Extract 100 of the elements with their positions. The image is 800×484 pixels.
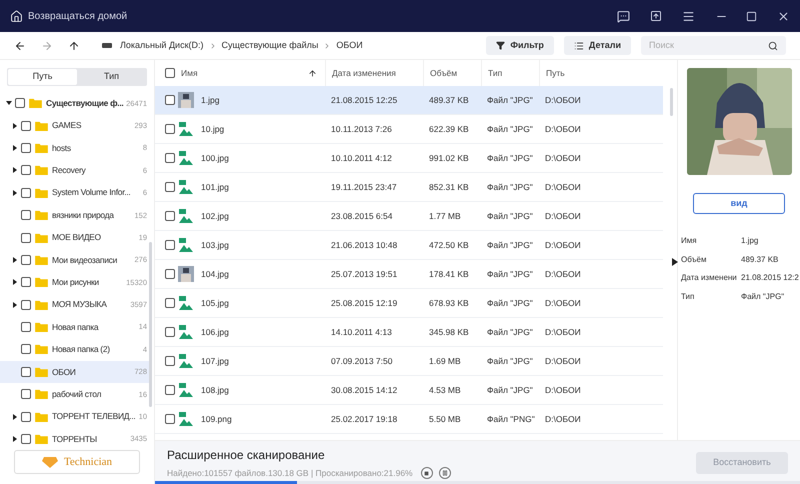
breadcrumb-item[interactable]: ОБОИ — [336, 38, 363, 52]
pause-button[interactable] — [438, 467, 451, 479]
row-checkbox[interactable] — [165, 414, 175, 424]
checkbox[interactable] — [21, 142, 31, 153]
checkbox[interactable] — [21, 344, 31, 354]
folder-name: МОЯ МУЗЫКА — [52, 298, 107, 312]
row-checkbox[interactable] — [165, 211, 175, 221]
checkbox[interactable] — [21, 322, 31, 332]
row-checkbox[interactable] — [165, 240, 175, 250]
column-header[interactable]: Объём — [430, 66, 458, 80]
checkbox[interactable] — [21, 277, 31, 288]
image-file-icon — [178, 179, 194, 195]
collapsed-triangle-icon[interactable] — [12, 122, 18, 129]
back-icon[interactable] — [14, 40, 26, 52]
collapsed-triangle-icon[interactable] — [12, 190, 18, 196]
up-icon[interactable] — [68, 40, 80, 52]
file-row[interactable]: 103.jpg 21.06.2013 10:48 472.50 KB Файл "JPG" D:\ОБОИ — [155, 231, 663, 260]
details-button[interactable]: Детали — [564, 36, 631, 55]
checkbox[interactable] — [21, 120, 31, 131]
size-cell-text: 678.93 KB — [428, 296, 470, 310]
row-checkbox[interactable] — [165, 153, 175, 163]
window-title[interactable]: Возвращаться домой — [28, 8, 128, 24]
breadcrumb-item[interactable]: Существующие файлы — [222, 38, 318, 52]
collapsed-triangle-icon[interactable] — [12, 436, 18, 442]
checkbox[interactable] — [21, 366, 31, 377]
row-checkbox[interactable] — [165, 385, 175, 395]
row-checkbox[interactable] — [165, 95, 175, 105]
row-checkbox[interactable] — [165, 182, 175, 192]
maximize-icon[interactable] — [746, 10, 757, 22]
stop-button[interactable] — [420, 467, 433, 479]
collapse-triangle-icon[interactable] — [672, 258, 678, 266]
file-row[interactable]: 101.jpg 19.11.2015 23:47 852.31 KB Файл "JPG" D:\ОБОИ — [155, 173, 663, 202]
feedback-icon[interactable] — [617, 10, 630, 22]
file-name: 104.jpg — [201, 268, 229, 280]
row-checkbox[interactable] — [165, 327, 175, 337]
filter-button[interactable]: Фильтр — [486, 36, 554, 55]
row-checkbox[interactable] — [165, 356, 175, 366]
collapsed-triangle-icon[interactable] — [12, 167, 18, 174]
row-checkbox[interactable] — [165, 298, 175, 308]
file-row[interactable]: 106.jpg 14.10.2011 4:13 345.98 KB Файл "JPG" D:\ОБОИ — [155, 318, 663, 347]
type-cell-text: Файл "JPG" — [486, 384, 534, 396]
select-all-checkbox[interactable] — [165, 68, 175, 78]
file-name: 10.jpg — [201, 122, 224, 136]
file-row[interactable]: 108.jpg 30.08.2015 14:12 4.53 MB Файл "JPG" D:\ОБОИ — [155, 376, 663, 405]
upload-icon[interactable] — [650, 10, 662, 22]
checkbox[interactable] — [21, 188, 31, 198]
column-header[interactable]: Имя — [181, 66, 198, 80]
collapsed-triangle-icon[interactable] — [12, 414, 18, 420]
column-header[interactable]: Дата изменения — [332, 66, 396, 80]
checkbox[interactable] — [21, 210, 31, 220]
file-row[interactable]: 102.jpg 23.08.2015 6:54 1.77 MB Файл "JPG" D:\ОБОИ — [155, 202, 663, 231]
collapsed-triangle-icon[interactable] — [12, 302, 18, 308]
search-field[interactable]: Поиск — [641, 36, 786, 55]
home-icon[interactable] — [10, 10, 23, 22]
date-cell-text: 10.11.2013 7:26 — [330, 122, 393, 136]
scrollbar-thumb[interactable] — [149, 242, 152, 407]
column-header[interactable]: Тип — [488, 66, 502, 80]
file-row[interactable]: 1.jpg 21.08.2015 12:25 489.37 KB Файл "JPG" D:\ОБОИ — [155, 86, 663, 115]
date-cell-text: 25.07.2013 19:51 — [330, 268, 398, 280]
image-file-icon — [178, 353, 194, 369]
view-tab[interactable]: Путь — [8, 69, 77, 85]
view-tab[interactable]: Тип — [77, 69, 146, 85]
checkbox[interactable] — [21, 300, 31, 310]
checkbox[interactable] — [15, 98, 25, 108]
collapsed-triangle-icon[interactable] — [12, 144, 18, 151]
size-cell-text: 472.50 KB — [428, 238, 470, 252]
checkbox[interactable] — [21, 165, 31, 176]
row-checkbox[interactable] — [165, 124, 175, 134]
close-icon[interactable] — [777, 10, 790, 22]
view-button[interactable]: вид — [693, 193, 785, 214]
scrollbar-thumb[interactable] — [670, 88, 673, 116]
file-row[interactable]: 109.png 25.02.2017 19:18 5.50 MB Файл "PNG" D:\ОБОИ — [155, 405, 663, 434]
checkbox[interactable] — [21, 232, 31, 243]
file-row[interactable]: 100.jpg 10.10.2011 4:12 991.02 KB Файл "JPG" D:\ОБОИ — [155, 144, 663, 173]
checkbox[interactable] — [21, 389, 31, 400]
scan-summary: Найдено:101557 файлов.130.18 GB | Просканировано:21.96% — [167, 466, 413, 480]
sort-ascending-icon[interactable] — [308, 68, 317, 78]
file-row[interactable]: 105.jpg 25.08.2015 12:19 678.93 KB Файл "JPG" D:\ОБОИ — [155, 289, 663, 318]
checkbox[interactable] — [21, 412, 31, 422]
detail-label: Тип — [681, 290, 696, 303]
collapsed-triangle-icon[interactable] — [12, 279, 18, 286]
expanded-triangle-icon[interactable] — [6, 100, 12, 106]
search-icon[interactable] — [768, 40, 778, 50]
file-row[interactable]: 107.jpg 07.09.2013 7:50 1.69 MB Файл "JPG" D:\ОБОИ — [155, 347, 663, 376]
path-cell-text: D:\ОБОИ — [544, 210, 582, 222]
path-cell-text: D:\ОБОИ — [544, 94, 582, 106]
collapsed-triangle-icon[interactable] — [12, 256, 18, 263]
checkbox[interactable] — [21, 254, 31, 265]
search-input[interactable]: Поиск — [649, 38, 768, 52]
menu-icon[interactable] — [682, 10, 695, 22]
column-header[interactable]: Путь — [546, 66, 565, 80]
row-checkbox[interactable] — [165, 269, 175, 279]
checkbox[interactable] — [21, 434, 31, 444]
folder-icon — [35, 412, 48, 422]
folder-icon — [35, 434, 48, 444]
file-row[interactable]: 104.jpg 25.07.2013 19:51 178.41 KB Файл "JPG" D:\ОБОИ — [155, 260, 663, 289]
folder-name: рабочий стол — [52, 388, 102, 401]
breadcrumb-item[interactable]: Локальный Диск(D:) — [120, 38, 204, 52]
file-row[interactable]: 10.jpg 10.11.2013 7:26 622.39 KB Файл "JPG" D:\ОБОИ — [155, 115, 663, 144]
image-file-icon — [178, 411, 194, 427]
